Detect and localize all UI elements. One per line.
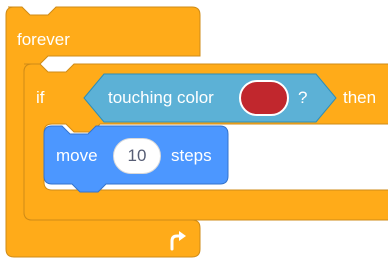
- question-mark: ?: [298, 88, 308, 107]
- then-label: then: [343, 88, 377, 107]
- if-label: if: [36, 88, 45, 107]
- steps-label: steps: [171, 146, 212, 165]
- touching-color-label: touching color: [108, 88, 214, 107]
- steps-number-input[interactable]: 10: [113, 138, 161, 174]
- color-picker-input[interactable]: [239, 80, 289, 116]
- loop-arrow-icon: [170, 231, 186, 251]
- forever-label: forever: [17, 30, 70, 49]
- move-label: move: [56, 146, 98, 165]
